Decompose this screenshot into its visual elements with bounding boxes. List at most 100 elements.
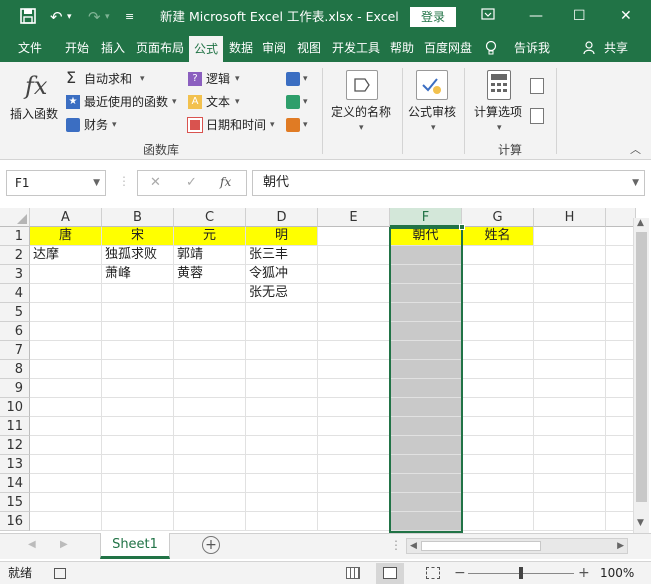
finance-button[interactable]: 财务 bbox=[84, 117, 108, 133]
row-header-5[interactable]: 5 bbox=[0, 303, 30, 322]
cell-d6[interactable] bbox=[246, 322, 318, 341]
cell-f14[interactable] bbox=[390, 474, 462, 493]
cell-b2[interactable]: 独孤求败 bbox=[102, 246, 174, 265]
cell-i13[interactable] bbox=[606, 455, 636, 474]
tab-file[interactable]: 文件 bbox=[10, 34, 50, 62]
cell-d16[interactable] bbox=[246, 512, 318, 531]
cell-h3[interactable] bbox=[534, 265, 606, 284]
math-trig-icon[interactable] bbox=[286, 95, 300, 109]
cell-a15[interactable] bbox=[30, 493, 102, 512]
cell-e10[interactable] bbox=[318, 398, 390, 417]
cell-h11[interactable] bbox=[534, 417, 606, 436]
cell-i9[interactable] bbox=[606, 379, 636, 398]
page-break-view-icon[interactable] bbox=[426, 567, 440, 579]
tab-insert[interactable]: 插入 bbox=[96, 34, 130, 62]
recent-dropdown-icon[interactable]: ▾ bbox=[172, 94, 177, 110]
cell-e4[interactable] bbox=[318, 284, 390, 303]
cell-h2[interactable] bbox=[534, 246, 606, 265]
row-header-1[interactable]: 1 bbox=[0, 227, 30, 246]
cell-f16[interactable] bbox=[390, 512, 462, 531]
row-header-10[interactable]: 10 bbox=[0, 398, 30, 417]
formula-auditing-button[interactable]: 公式审核 bbox=[408, 104, 456, 120]
cancel-icon[interactable]: ✕ bbox=[150, 175, 161, 190]
undo-dropdown-icon[interactable]: ▾ bbox=[67, 8, 72, 26]
insert-function-fx-icon[interactable]: fx bbox=[220, 175, 231, 189]
column-header-b[interactable]: B bbox=[102, 208, 174, 227]
cell-c7[interactable] bbox=[174, 341, 246, 360]
cell-h8[interactable] bbox=[534, 360, 606, 379]
cell-f5[interactable] bbox=[390, 303, 462, 322]
cell-d8[interactable] bbox=[246, 360, 318, 379]
cell-c12[interactable] bbox=[174, 436, 246, 455]
math-dropdown-icon[interactable]: ▾ bbox=[303, 94, 308, 110]
cell-d3[interactable]: 令狐冲 bbox=[246, 265, 318, 284]
column-header-h[interactable]: H bbox=[534, 208, 606, 227]
cell-h14[interactable] bbox=[534, 474, 606, 493]
defined-names-dropdown-icon[interactable]: ▾ bbox=[359, 120, 364, 136]
cell-e15[interactable] bbox=[318, 493, 390, 512]
cell-i6[interactable] bbox=[606, 322, 636, 341]
cell-b12[interactable] bbox=[102, 436, 174, 455]
cell-e8[interactable] bbox=[318, 360, 390, 379]
share-button[interactable]: 共享 bbox=[600, 34, 632, 62]
cell-g7[interactable] bbox=[462, 341, 534, 360]
cell-d15[interactable] bbox=[246, 493, 318, 512]
cell-g13[interactable] bbox=[462, 455, 534, 474]
cell-e9[interactable] bbox=[318, 379, 390, 398]
cell-h15[interactable] bbox=[534, 493, 606, 512]
cell-i5[interactable] bbox=[606, 303, 636, 322]
cell-e14[interactable] bbox=[318, 474, 390, 493]
cell-f7[interactable] bbox=[390, 341, 462, 360]
cell-b1[interactable]: 宋 bbox=[102, 227, 174, 246]
tab-developer[interactable]: 开发工具 bbox=[328, 34, 384, 62]
cell-a7[interactable] bbox=[30, 341, 102, 360]
text-dropdown-icon[interactable]: ▾ bbox=[235, 94, 240, 110]
finance-dropdown-icon[interactable]: ▾ bbox=[112, 117, 117, 133]
formula-input[interactable]: 朝代 ▼ bbox=[252, 170, 645, 196]
cell-c10[interactable] bbox=[174, 398, 246, 417]
tab-data[interactable]: 数据 bbox=[225, 34, 257, 62]
cell-d12[interactable] bbox=[246, 436, 318, 455]
row-header-13[interactable]: 13 bbox=[0, 455, 30, 474]
save-icon[interactable] bbox=[20, 8, 36, 28]
customize-qat-icon[interactable]: ≡ bbox=[125, 8, 134, 26]
cell-b11[interactable] bbox=[102, 417, 174, 436]
cell-e12[interactable] bbox=[318, 436, 390, 455]
insert-function-button[interactable]: 插入函数 bbox=[10, 106, 58, 122]
cell-d14[interactable] bbox=[246, 474, 318, 493]
cell-c4[interactable] bbox=[174, 284, 246, 303]
cell-b5[interactable] bbox=[102, 303, 174, 322]
cell-c16[interactable] bbox=[174, 512, 246, 531]
cell-g10[interactable] bbox=[462, 398, 534, 417]
autosum-button[interactable]: 自动求和 bbox=[84, 71, 132, 87]
cell-f13[interactable] bbox=[390, 455, 462, 474]
cell-e1[interactable] bbox=[318, 227, 390, 246]
cell-g9[interactable] bbox=[462, 379, 534, 398]
cell-d10[interactable] bbox=[246, 398, 318, 417]
row-header-9[interactable]: 9 bbox=[0, 379, 30, 398]
tab-home[interactable]: 开始 bbox=[60, 34, 94, 62]
zoom-out-icon[interactable]: − bbox=[454, 562, 466, 584]
cell-c5[interactable] bbox=[174, 303, 246, 322]
lookup-dropdown-icon[interactable]: ▾ bbox=[303, 71, 308, 87]
cell-b3[interactable]: 萧峰 bbox=[102, 265, 174, 284]
cell-a13[interactable] bbox=[30, 455, 102, 474]
cell-i10[interactable] bbox=[606, 398, 636, 417]
cell-g4[interactable] bbox=[462, 284, 534, 303]
cell-i3[interactable] bbox=[606, 265, 636, 284]
name-box-dropdown-icon[interactable]: ▼ bbox=[93, 171, 100, 195]
cell-i4[interactable] bbox=[606, 284, 636, 303]
cell-b6[interactable] bbox=[102, 322, 174, 341]
row-header-6[interactable]: 6 bbox=[0, 322, 30, 341]
cell-c2[interactable]: 郭靖 bbox=[174, 246, 246, 265]
close-icon[interactable]: ✕ bbox=[620, 7, 632, 25]
logic-dropdown-icon[interactable]: ▾ bbox=[235, 71, 240, 87]
cell-f1[interactable]: 朝代 bbox=[390, 227, 462, 246]
cell-f2[interactable] bbox=[390, 246, 462, 265]
row-header-15[interactable]: 15 bbox=[0, 493, 30, 512]
tab-split-icon[interactable]: ⋮ bbox=[390, 538, 402, 552]
cell-e7[interactable] bbox=[318, 341, 390, 360]
scroll-left-icon[interactable]: ◀ bbox=[410, 539, 417, 553]
cell-b13[interactable] bbox=[102, 455, 174, 474]
cell-d7[interactable] bbox=[246, 341, 318, 360]
